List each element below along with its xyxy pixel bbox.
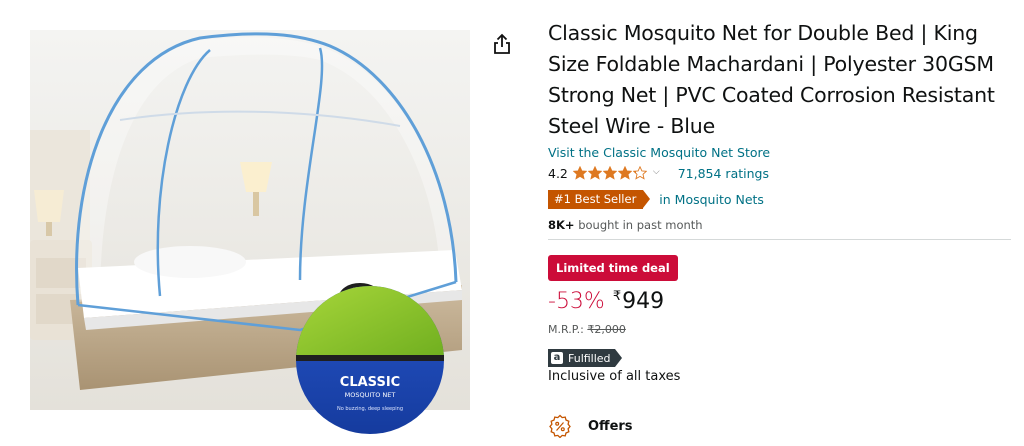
- star-icon: [632, 166, 647, 180]
- star-rating[interactable]: [572, 166, 647, 180]
- offers-percent-icon: [549, 414, 571, 438]
- star-icon: [572, 166, 587, 180]
- product-image[interactable]: CLASSIC MOSQUITO NET No buzzing, deep sl…: [0, 0, 480, 446]
- ratings-count-link[interactable]: 71,854 ratings: [678, 166, 769, 181]
- bought-count: 8K+: [548, 218, 575, 232]
- bought-text: bought in past month: [574, 218, 703, 232]
- product-title: Classic Mosquito Net for Double Bed | Ki…: [548, 21, 995, 138]
- share-icon: [494, 33, 510, 54]
- chevron-down-icon[interactable]: ⌵: [653, 167, 660, 177]
- mrp-label: M.R.P.:: [548, 323, 588, 336]
- share-button[interactable]: [491, 32, 513, 56]
- bought-in-past-month: 8K+ bought in past month: [548, 218, 1014, 232]
- star-icon: [602, 166, 617, 180]
- best-seller-row: #1 Best Seller in Mosquito Nets: [548, 189, 1014, 209]
- best-seller-category-link[interactable]: in Mosquito Nets: [659, 192, 764, 207]
- fulfilled-label: Fulfilled: [568, 351, 611, 365]
- store-link[interactable]: Visit the Classic Mosquito Net Store: [548, 145, 1014, 160]
- bag-tagline-text: No buzzing, deep sleeping: [337, 406, 403, 412]
- limited-time-deal-badge: Limited time deal: [548, 255, 678, 281]
- star-icon: [617, 166, 632, 180]
- taxes-note: Inclusive of all taxes: [548, 369, 681, 384]
- star-icon: [587, 166, 602, 180]
- fulfilled-badge[interactable]: a Fulfilled: [548, 349, 622, 367]
- amazon-logo-icon: a: [551, 352, 563, 364]
- product-image-mosquito-net: CLASSIC MOSQUITO NET No buzzing, deep sl…: [30, 30, 470, 434]
- offers-title: Offers: [588, 418, 633, 434]
- mrp-value: ₹2,000: [587, 323, 626, 336]
- bag-sub-text: MOSQUITO NET: [345, 391, 396, 399]
- best-seller-badge[interactable]: #1 Best Seller: [548, 189, 651, 209]
- price-row: -53% ₹ 949: [548, 288, 1014, 318]
- discount-percent: -53%: [548, 289, 605, 314]
- price-value: 949: [622, 289, 665, 314]
- rating-row: 4.2 ⌵ 71,854 ratings: [548, 163, 1014, 183]
- currency-symbol: ₹: [612, 289, 622, 304]
- product-details: Classic Mosquito Net for Double Bed | Ki…: [548, 18, 1014, 446]
- offers-section: Offers: [548, 414, 1014, 438]
- divider: [548, 239, 1011, 240]
- mrp: M.R.P.: ₹2,000: [548, 323, 1014, 336]
- bag-brand-text: CLASSIC: [340, 375, 400, 390]
- rating-value: 4.2: [548, 165, 568, 181]
